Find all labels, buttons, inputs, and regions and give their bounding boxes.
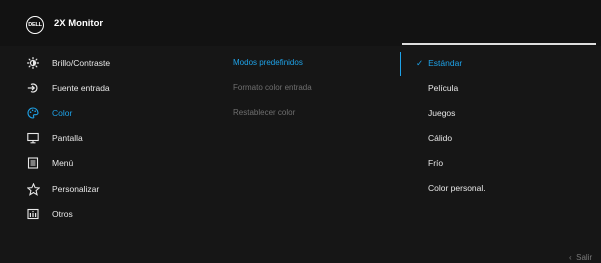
exit-label: Salir [576,253,593,262]
option-juegos[interactable]: Juegos [428,108,455,118]
menu-item-label: Pantalla [52,133,83,143]
exit-button[interactable]: ‹ Salir [569,253,592,262]
submenu-item-formato-color-entrada[interactable]: Formato color entrada [233,83,312,92]
osd-body [0,46,601,263]
info-icon [26,207,40,221]
submenu-item-modos-predefinidos[interactable]: Modos predefinidos [233,58,303,67]
selection-indicator [400,52,401,76]
menu-item-color[interactable]: Color [26,105,72,121]
brightness-icon [26,56,40,70]
option-calido[interactable]: Cálido [428,133,452,143]
menu-item-personalizar[interactable]: Personalizar [26,181,99,197]
menu-item-label: Color [52,108,73,118]
input-source-icon [26,81,40,95]
option-estandar[interactable]: ✓ Estándar [416,58,462,69]
option-color-personal[interactable]: Color personal. [428,183,486,193]
checkmark-icon: ✓ [416,58,424,68]
menu-item-brillo-contraste[interactable]: Brillo/Contraste [26,55,110,71]
display-icon [26,131,40,145]
option-label: Estándar [428,58,463,68]
submenu-item-restablecer-color[interactable]: Restablecer color [233,108,295,117]
star-icon [26,182,40,196]
menu-item-label: Otros [52,209,73,219]
option-pelicula[interactable]: Película [428,83,458,93]
menu-item-label: Personalizar [52,184,100,194]
monitor-osd: DELL 2X Monitor Brillo/Contraste Fuente … [0,0,601,263]
menu-item-otros[interactable]: Otros [26,206,73,222]
dell-logo: DELL [26,16,44,34]
monitor-title: 2X Monitor [54,18,104,29]
color-palette-icon [26,106,40,120]
menu-icon [26,156,40,170]
menu-item-label: Fuente entrada [52,83,110,93]
menu-item-pantalla[interactable]: Pantalla [26,130,83,146]
menu-item-label: Brillo/Contraste [52,58,111,68]
menu-item-fuente-entrada[interactable]: Fuente entrada [26,80,110,96]
option-frio[interactable]: Frío [428,158,443,168]
osd-header: DELL 2X Monitor [0,0,601,46]
header-divider [402,43,596,45]
chevron-left-icon: ‹ [569,253,572,262]
menu-item-menu[interactable]: Menú [26,155,73,171]
menu-item-label: Menú [52,158,74,168]
